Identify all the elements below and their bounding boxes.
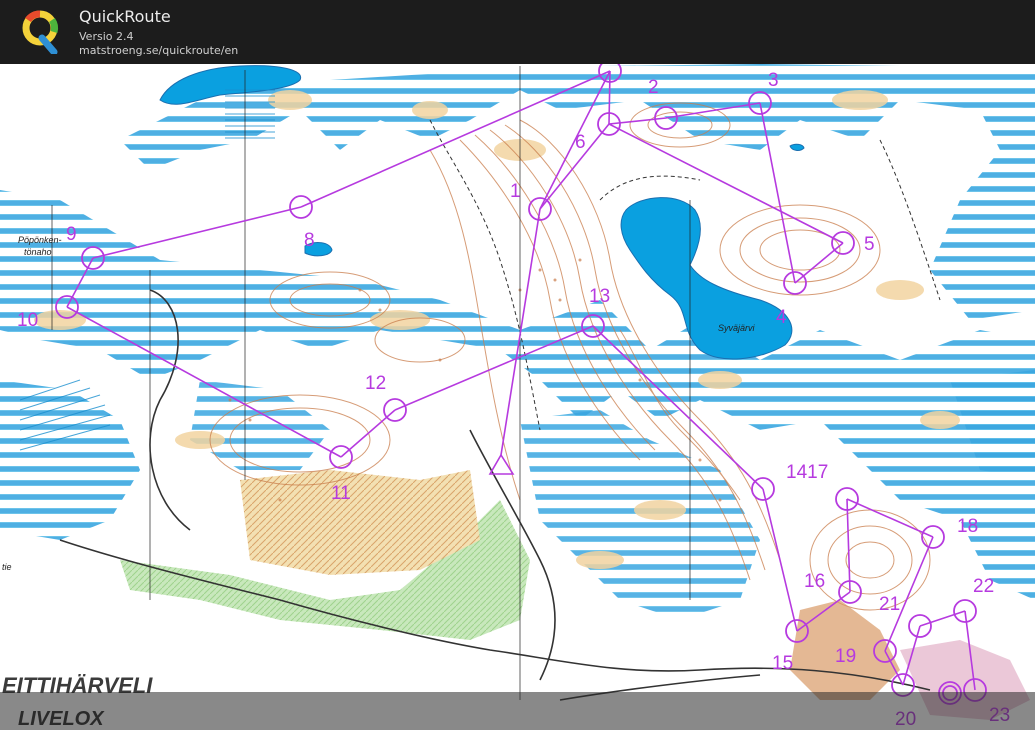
livelox-watermark: LIVELOX bbox=[18, 708, 105, 730]
control-number-21: 21 bbox=[879, 594, 900, 615]
map-canvas: Pöpönken- tönaho Syväjärvi tie EITTIHÄRV… bbox=[0, 64, 1035, 730]
label-popponen: Pöpönken- bbox=[18, 235, 62, 245]
control-number-13: 13 bbox=[589, 286, 610, 307]
app-version: Versio 2.4 bbox=[79, 30, 134, 43]
control-number-19: 19 bbox=[835, 646, 856, 667]
orienteering-map[interactable]: Pöpönken- tönaho Syväjärvi tie EITTIHÄRV… bbox=[0, 64, 1035, 730]
control-number-10: 10 bbox=[17, 310, 38, 331]
title-bar: QuickRoute Versio 2.4 matstroeng.se/quic… bbox=[0, 0, 1035, 65]
control-number-18: 18 bbox=[957, 516, 978, 537]
control-number-15: 15 bbox=[772, 653, 793, 674]
control-number-9: 9 bbox=[66, 224, 77, 245]
label-lake: Syväjärvi bbox=[718, 323, 756, 333]
control-number-5: 5 bbox=[864, 234, 875, 255]
label-tie: tie bbox=[2, 562, 12, 572]
control-number-1417: 1417 bbox=[786, 462, 828, 483]
control-number-4: 4 bbox=[776, 307, 787, 328]
control-number-8: 8 bbox=[304, 230, 315, 251]
label-popponen-2: tönaho bbox=[24, 247, 52, 257]
app-url[interactable]: matstroeng.se/quickroute/en bbox=[79, 44, 238, 57]
control-number-16: 16 bbox=[804, 571, 825, 592]
control-number-1: 1 bbox=[510, 181, 521, 202]
quickroute-logo-icon bbox=[22, 10, 59, 54]
control-number-3: 3 bbox=[768, 70, 779, 91]
control-number-11: 11 bbox=[331, 483, 351, 504]
app-title: QuickRoute bbox=[79, 7, 171, 26]
control-number-2: 2 bbox=[648, 77, 659, 98]
control-number-22: 22 bbox=[973, 576, 994, 597]
control-number-12: 12 bbox=[365, 373, 386, 394]
control-number-6: 6 bbox=[575, 132, 586, 153]
bottom-overlay: LIVELOX bbox=[0, 692, 1035, 730]
